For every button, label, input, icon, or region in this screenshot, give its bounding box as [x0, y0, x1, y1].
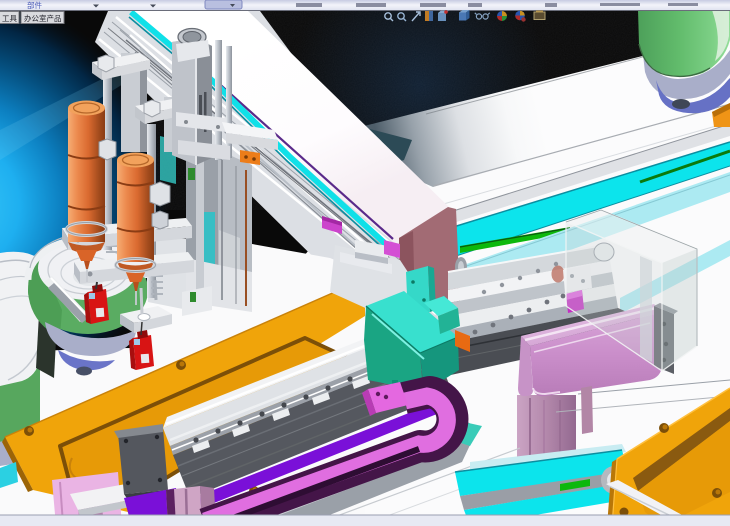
svg-text:工具: 工具 — [2, 14, 17, 23]
svg-text:部件: 部件 — [27, 0, 42, 10]
svg-text:办公室产品: 办公室产品 — [24, 13, 62, 23]
